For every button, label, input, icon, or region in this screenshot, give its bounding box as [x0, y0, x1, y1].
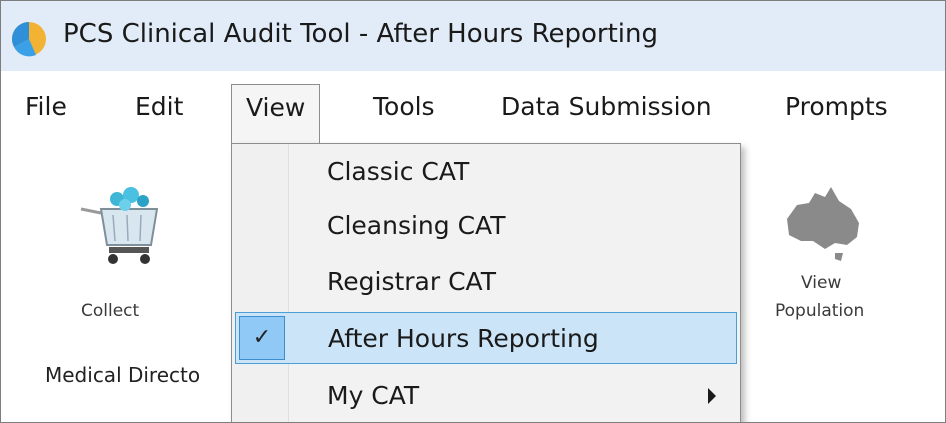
menu-view[interactable]: View: [231, 84, 321, 144]
title-bar[interactable]: PCS Clinical Audit Tool - After Hours Re…: [1, 1, 945, 71]
menu-item-classic-cat[interactable]: Classic CAT: [232, 146, 740, 198]
australia-map-icon: [787, 187, 859, 261]
menu-tools[interactable]: Tools: [373, 83, 435, 131]
pcs-app-icon: [11, 22, 46, 57]
menu-bar: File Edit View Tools Data Submission Pro…: [1, 71, 945, 144]
menu-file[interactable]: File: [25, 83, 67, 131]
menu-item-label: Cleansing CAT: [327, 211, 506, 240]
window-title: PCS Clinical Audit Tool - After Hours Re…: [63, 19, 659, 49]
view-menu-dropdown: Classic CAT Cleansing CAT Registrar CAT …: [231, 143, 741, 422]
menu-item-registrar-cat[interactable]: Registrar CAT: [232, 256, 740, 308]
menu-item-label: After Hours Reporting: [328, 324, 599, 353]
menu-item-label: Registrar CAT: [327, 267, 496, 296]
menu-edit[interactable]: Edit: [135, 83, 183, 131]
submenu-arrow-icon: [708, 388, 716, 404]
menu-item-my-cat[interactable]: My CAT: [232, 370, 740, 422]
menu-prompts[interactable]: Prompts: [785, 83, 888, 131]
application-window: PCS Clinical Audit Tool - After Hours Re…: [0, 0, 946, 423]
menu-item-cleansing-cat[interactable]: Cleansing CAT: [232, 200, 740, 252]
shopping-cart-icon: [80, 187, 159, 264]
menu-item-label: My CAT: [327, 381, 420, 410]
menu-item-after-hours-reporting[interactable]: ✓ After Hours Reporting: [235, 312, 737, 364]
view-population-button[interactable]: [773, 179, 873, 269]
collect-button[interactable]: [73, 179, 173, 269]
collect-label: Collect: [81, 301, 140, 321]
checkmark-icon: ✓: [252, 325, 272, 350]
view-population-label-line1: View: [801, 273, 842, 293]
medical-director-group-label: Medical Directo: [45, 363, 201, 387]
menu-data-submission[interactable]: Data Submission: [501, 83, 712, 131]
view-population-label-line2: Population: [775, 301, 865, 321]
menu-item-label: Classic CAT: [327, 157, 470, 186]
check-indicator: ✓: [239, 316, 285, 360]
